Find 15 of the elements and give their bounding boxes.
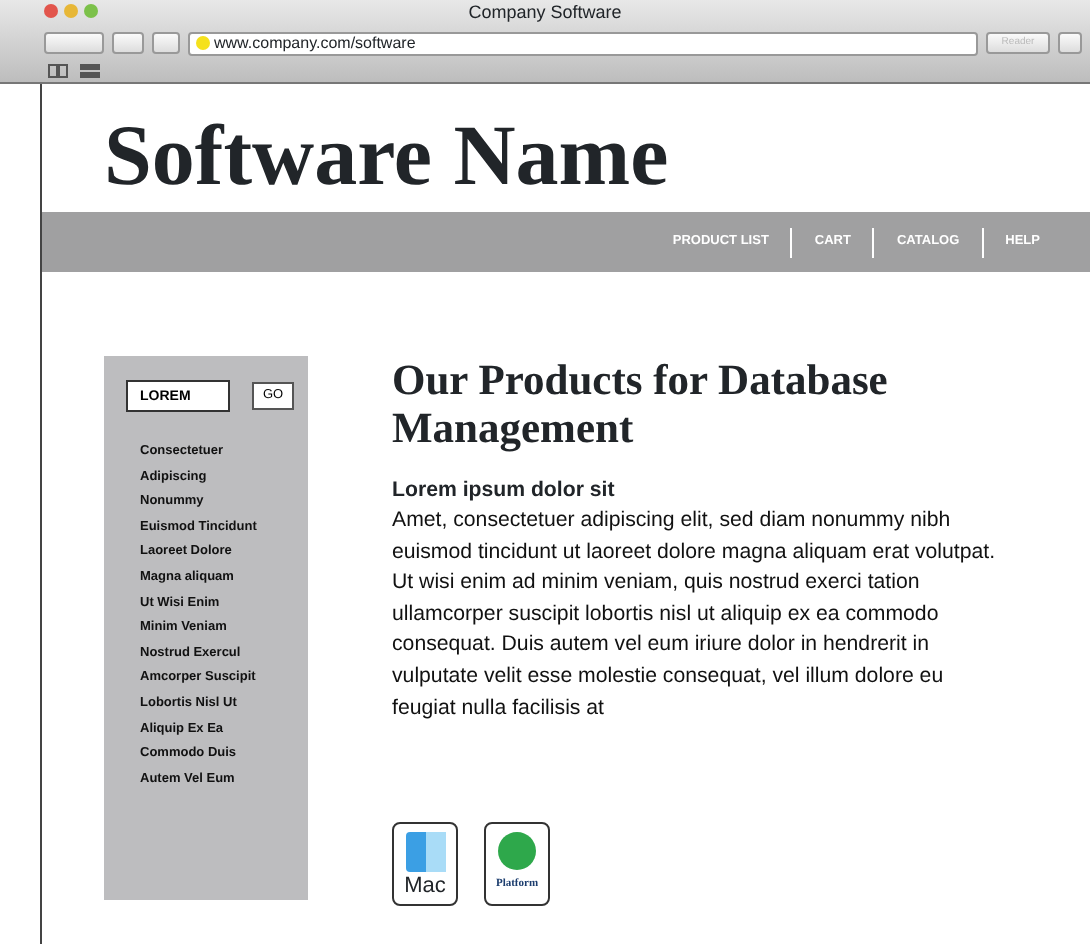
platform-tile[interactable]: Mac [392,822,458,907]
add-bookmark-button[interactable] [152,32,180,54]
share-button[interactable] [112,32,144,54]
download-button[interactable] [1058,32,1082,54]
minimize-button[interactable] [64,4,78,18]
platform-label: Mac [404,872,446,901]
site-title: Software Name [102,108,671,208]
subheading: Lorem ipsum dolor sit [392,476,617,506]
zoom-button[interactable] [84,4,98,18]
section-heading: Our Products for Database Management [392,356,890,452]
body-paragraph: Amet, consectetuer adipiscing elit, sed diam nonummy nibh euismod tincidunt ut laoreet dolore magna aliquam erat volutpat. Ut wisi enim ad minim veniam, quis nostrud exerci tation ullamcorper suscipit lobortis nisl ut aliquip ex ea commodo consequat. Duis autem vel eum iriure dolor in hendrerit in vulputate velit esse molestie consequat, vel illum dolore eu feugiat nulla facilisis at [392,506,998,724]
window-title: Company Software [468,2,622,22]
circle-icon [498,832,536,871]
address-field[interactable]: www.company.com/software [188,31,978,55]
close-button[interactable] [44,4,58,18]
